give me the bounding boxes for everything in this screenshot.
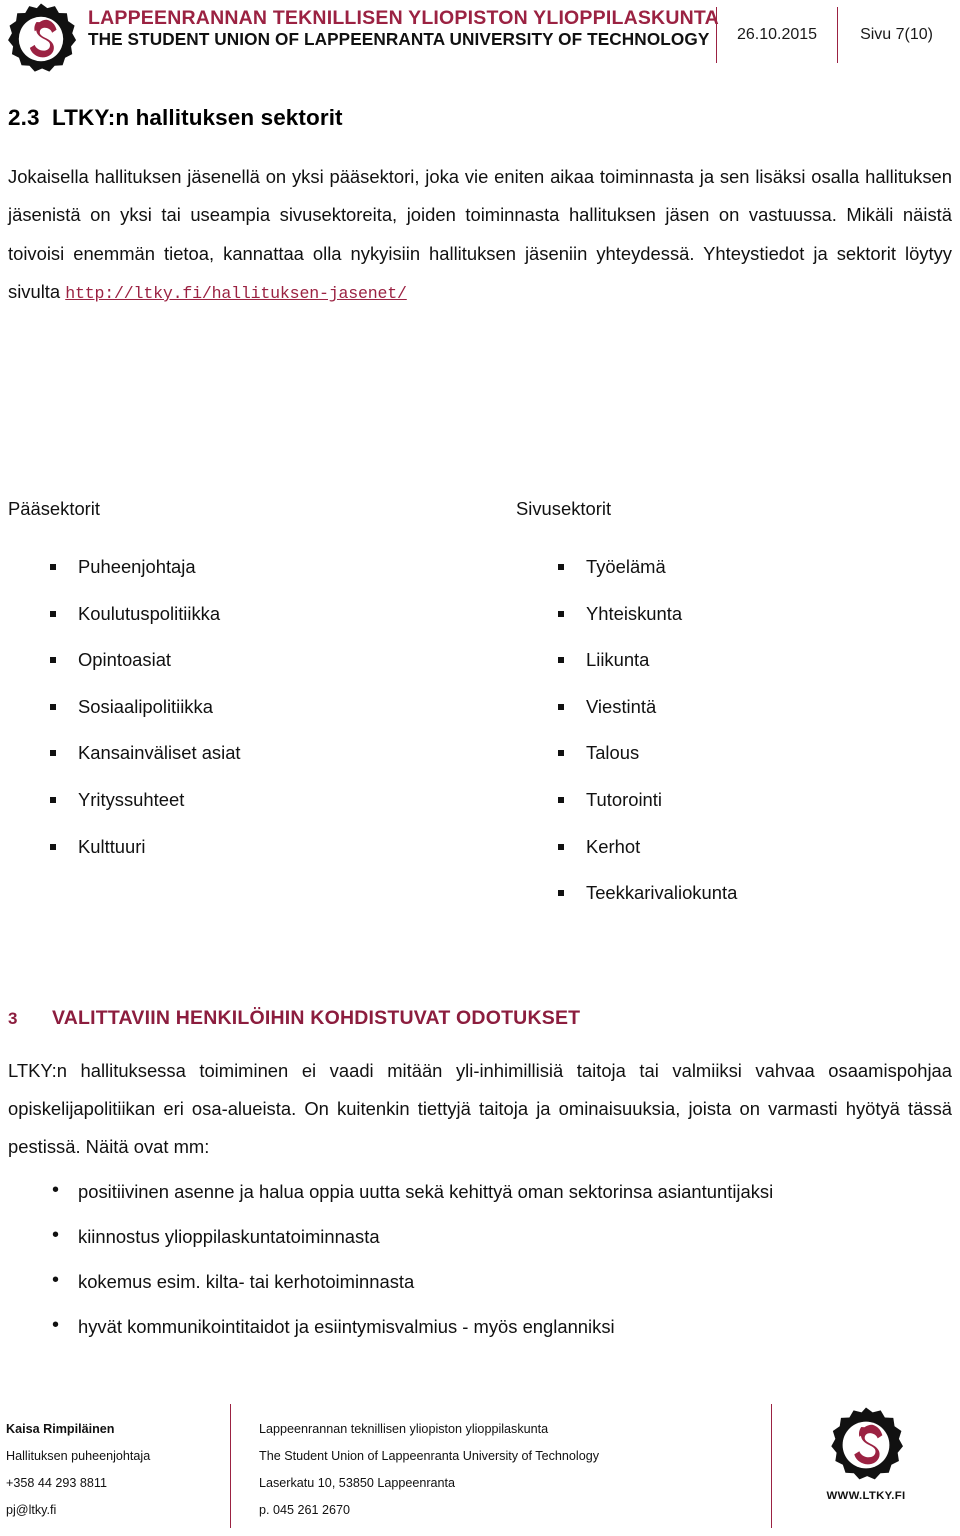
- list-item: Yhteiskunta: [516, 603, 952, 625]
- section-2-3: 2.3 LTKY:n hallituksen sektorit Jokaisell…: [8, 104, 952, 311]
- footer-contact-person: Kaisa Rimpiläinen Hallituksen puheenjoht…: [0, 1400, 230, 1524]
- footer-organization: Lappeenrannan teknillisen yliopiston yli…: [231, 1400, 771, 1524]
- list-item: Liikunta: [516, 649, 952, 671]
- section-2-3-heading: 2.3 LTKY:n hallituksen sektorit: [8, 104, 952, 132]
- header-brand: LAPPEENRANNAN TEKNILLISEN YLIOPISTON YLI…: [88, 7, 719, 50]
- footer-person-email: pj@ltky.fi: [6, 1503, 57, 1518]
- section-2-3-title: LTKY:n hallituksen sektorit: [52, 105, 343, 130]
- section-2-3-number: 2.3: [8, 105, 40, 130]
- list-item: Työelämä: [516, 556, 952, 578]
- main-sectors-column: Pääsektorit Puheenjohtaja Koulutuspoliti…: [8, 498, 480, 929]
- section-3-title: VALITTAVIIN HENKILÖIHIN KOHDISTUVAT ODOT…: [52, 1007, 581, 1029]
- main-sectors-title: Pääsektorit: [8, 498, 100, 519]
- page-header: LAPPEENRANNAN TEKNILLISEN YLIOPISTON YLI…: [0, 0, 960, 78]
- footer-org-en: The Student Union of Lappeenranta Univer…: [259, 1449, 600, 1464]
- list-item: kiinnostus ylioppilaskuntatoiminnasta: [8, 1223, 952, 1248]
- ltky-gear-logo-icon: [4, 2, 78, 76]
- expectations-list: positiivinen asenne ja halua oppia uutta…: [8, 1178, 952, 1338]
- list-item: kokemus esim. kilta- tai kerhotoiminnast…: [8, 1268, 952, 1293]
- section-3-number: 3: [8, 1009, 18, 1028]
- list-item: Tutorointi: [516, 789, 952, 811]
- side-sectors-column: Sivusektorit Työelämä Yhteiskunta Liikun…: [480, 498, 952, 929]
- page-footer: Kaisa Rimpiläinen Hallituksen puheenjoht…: [0, 1400, 960, 1536]
- list-item: Opintoasiat: [8, 649, 480, 671]
- list-item: Sosiaalipolitiikka: [8, 696, 480, 718]
- list-item: Koulutuspolitiikka: [8, 603, 480, 625]
- list-item: Yrityssuhteet: [8, 789, 480, 811]
- list-item: positiivinen asenne ja halua oppia uutta…: [8, 1178, 952, 1203]
- footer-person-name: Kaisa Rimpiläinen: [6, 1422, 115, 1436]
- document-date: 26.10.2015: [737, 26, 818, 43]
- footer-org-phone: p. 045 261 2670: [259, 1503, 351, 1518]
- side-sectors-title: Sivusektorit: [516, 498, 612, 519]
- paragraph-text: Jokaisella hallituksen jäsenellä on yksi…: [8, 166, 952, 302]
- brand-name-fi: LAPPEENRANNAN TEKNILLISEN YLIOPISTON YLI…: [88, 7, 719, 29]
- section-3-paragraph: LTKY:n hallituksessa toimiminen ei vaadi…: [8, 1060, 952, 1157]
- footer-org-fi: Lappeenrannan teknillisen yliopiston yli…: [259, 1422, 549, 1436]
- footer-person-phone: +358 44 293 8811: [6, 1476, 107, 1491]
- section-3-heading: 3 VALITTAVIIN HENKILÖIHIN KOHDISTUVAT ODO…: [8, 1006, 952, 1030]
- list-item: Kulttuuri: [8, 836, 480, 858]
- list-item: Talous: [516, 742, 952, 764]
- brand-name-en: THE STUDENT UNION OF LAPPEENRANTA UNIVER…: [88, 29, 710, 50]
- side-sectors-list: Työelämä Yhteiskunta Liikunta Viestintä …: [516, 556, 952, 904]
- footer-logo-block: WWW.LTKY.FI: [772, 1400, 960, 1502]
- list-item: Puheenjohtaja: [8, 556, 480, 578]
- main-sectors-list: Puheenjohtaja Koulutuspolitiikka Opintoa…: [8, 556, 480, 858]
- footer-person-role: Hallituksen puheenjohtaja: [6, 1449, 151, 1464]
- section-3: 3 VALITTAVIIN HENKILÖIHIN KOHDISTUVAT ODO…: [8, 1006, 952, 1360]
- page-number-label: Sivu 7(10): [860, 26, 933, 43]
- list-item: Teekkarivaliokunta: [516, 882, 952, 904]
- list-item: Viestintä: [516, 696, 952, 718]
- list-item: Kerhot: [516, 836, 952, 858]
- hallituksen-jasenet-link[interactable]: http://ltky.fi/hallituksen-jasenet/: [65, 284, 407, 303]
- ltky-gear-logo-icon: [827, 1406, 905, 1484]
- section-2-3-paragraph: Jokaisella hallituksen jäsenellä on yksi…: [8, 158, 952, 311]
- header-meta: 26.10.2015 Sivu 7(10): [716, 4, 933, 66]
- document-page: LAPPEENRANNAN TEKNILLISEN YLIOPISTON YLI…: [0, 0, 960, 1536]
- footer-address: Laserkatu 10, 53850 Lappeenranta: [259, 1476, 456, 1491]
- list-item: hyvät kommunikointitaidot ja esiintymisv…: [8, 1313, 952, 1338]
- list-item: Kansainväliset asiat: [8, 742, 480, 764]
- footer-website-url: WWW.LTKY.FI: [826, 1490, 906, 1502]
- sector-columns: Pääsektorit Puheenjohtaja Koulutuspoliti…: [8, 498, 952, 929]
